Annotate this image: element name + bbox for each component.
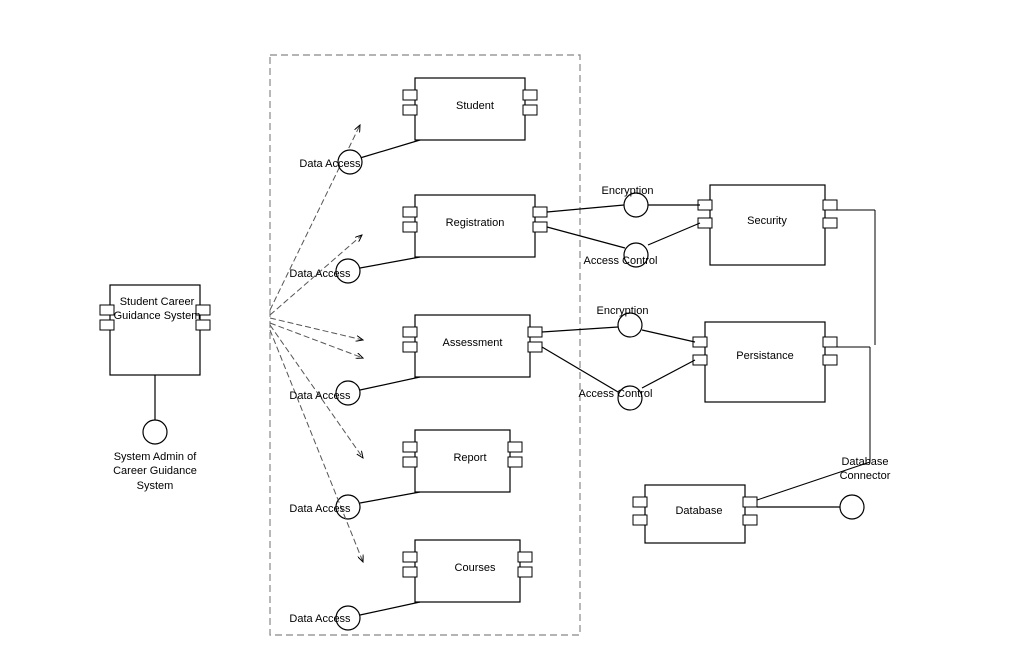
- data-access-3-label: Data Access: [285, 390, 355, 402]
- registration-label: Registration: [425, 217, 525, 229]
- student-label: Student: [435, 100, 515, 112]
- security-label: Security: [722, 215, 812, 227]
- data-access-5-label: Data Access: [285, 613, 355, 625]
- encryption-2-label: Encryption: [585, 305, 660, 317]
- diagram-container: Student Career Guidance System System Ad…: [0, 0, 1025, 670]
- main-system-label: Student Career Guidance System: [113, 295, 201, 324]
- courses-label: Courses: [435, 562, 515, 574]
- report-label: Report: [435, 452, 505, 464]
- encryption-1-label: Encryption: [590, 185, 665, 197]
- data-access-2-label: Data Access: [285, 268, 355, 280]
- access-control-2-label: Access Control: [573, 388, 658, 400]
- database-connector-label: Database Connector: [820, 455, 910, 484]
- data-access-1-label: Data Access: [295, 158, 365, 170]
- data-access-4-label: Data Access: [285, 503, 355, 515]
- system-admin-label: System Admin of Career Guidance System: [100, 450, 210, 493]
- assessment-label: Assessment: [425, 337, 520, 349]
- persistance-label: Persistance: [715, 350, 815, 362]
- database-label: Database: [659, 505, 739, 517]
- access-control-1-label: Access Control: [578, 255, 663, 267]
